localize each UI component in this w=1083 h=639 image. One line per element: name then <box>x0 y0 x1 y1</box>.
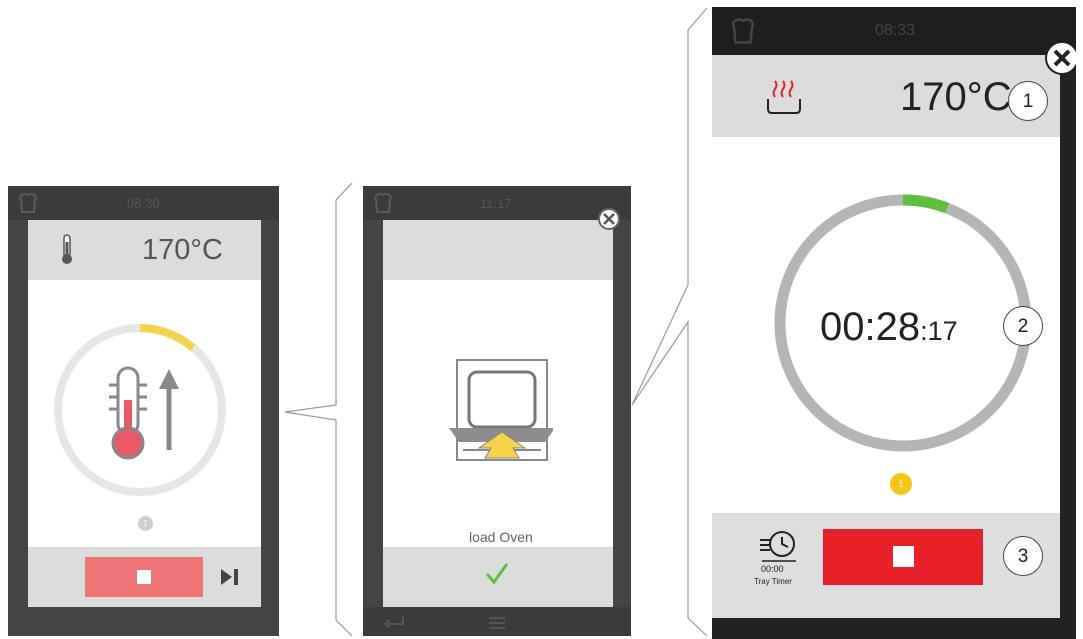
chef-hat-icon[interactable] <box>373 192 393 217</box>
middle-footer <box>383 547 613 607</box>
callout-2: 2 <box>1003 306 1043 346</box>
right-topbar: 08:33 <box>712 7 1076 55</box>
middle-screen: 11:17 load Oven <box>363 186 631 636</box>
left-phase-indicator: 1 <box>138 516 153 531</box>
left-footer <box>28 547 261 607</box>
stop-icon <box>893 546 914 567</box>
right-temperature: 170°C <box>900 75 1012 119</box>
timer-main: 00:28 <box>820 305 921 349</box>
left-screen: 08:30 170°C 1 <box>8 186 279 636</box>
close-icon[interactable] <box>598 208 620 230</box>
callout-1: 1 <box>1008 81 1048 121</box>
tray-timer-button[interactable]: 00:00 Tray Timer <box>754 527 802 601</box>
middle-panel: load Oven <box>383 220 613 607</box>
load-oven-icon <box>443 358 555 468</box>
left-topbar: 08:30 <box>8 186 279 220</box>
checkmark-icon[interactable] <box>484 561 510 592</box>
stop-button[interactable] <box>823 529 983 585</box>
chef-hat-icon[interactable] <box>18 192 38 219</box>
chef-hat-icon[interactable] <box>730 17 756 48</box>
timer-seconds: :17 <box>920 316 958 346</box>
left-header: 170°C <box>28 220 261 280</box>
middle-bottom-bar <box>363 607 631 636</box>
middle-topbar: 11:17 <box>363 186 631 220</box>
thermometer-rising-icon <box>103 365 193 470</box>
callout-3: 3 <box>1003 536 1043 576</box>
tray-timer-value: 00:00 <box>761 564 784 574</box>
thermometer-icon <box>60 234 74 271</box>
left-panel: 170°C 1 <box>28 220 261 607</box>
skip-next-icon[interactable] <box>221 569 239 590</box>
load-oven-message: load Oven <box>469 529 533 545</box>
right-phase-indicator: 1 <box>890 473 912 495</box>
middle-clock: 11:17 <box>480 196 512 211</box>
right-clock: 08:33 <box>875 22 916 39</box>
timer-display: 00:28:17 <box>820 305 958 350</box>
stop-icon <box>137 570 151 584</box>
tray-timer-icon <box>760 527 798 568</box>
middle-header <box>383 220 613 280</box>
stop-button[interactable] <box>85 557 203 597</box>
close-icon[interactable] <box>1045 41 1076 75</box>
left-temperature: 170°C <box>142 234 223 266</box>
tray-timer-label: Tray Timer <box>754 577 792 586</box>
menu-icon[interactable] <box>489 616 505 634</box>
left-clock: 08:30 <box>127 196 160 211</box>
heat-icon <box>766 75 802 120</box>
back-icon[interactable] <box>381 614 407 633</box>
